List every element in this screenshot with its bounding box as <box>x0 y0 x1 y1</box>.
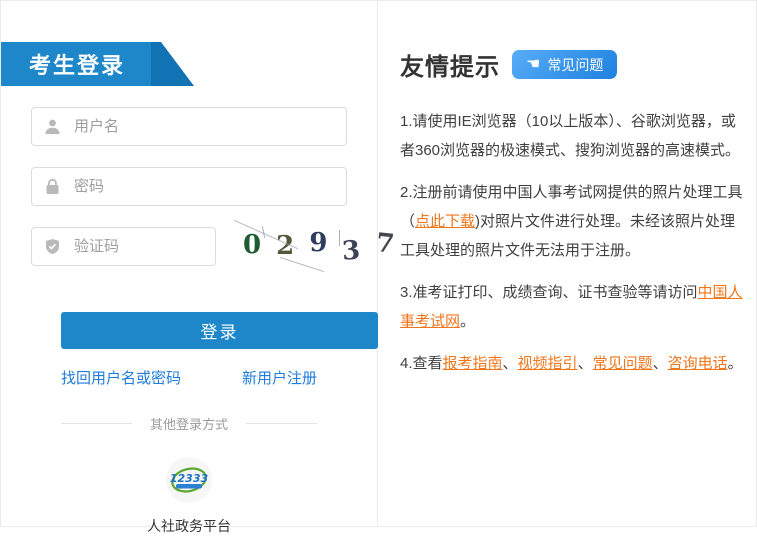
user-icon <box>44 118 61 135</box>
username-input[interactable] <box>72 117 334 136</box>
captcha-digit: 9 <box>309 228 330 258</box>
divider-line <box>246 423 317 424</box>
password-field-wrapper <box>31 167 347 206</box>
other-login-divider: 其他登录方式 <box>61 414 317 433</box>
tip-item-4: 4.查看报考指南、视频指引、常见问题、咨询电话。 <box>400 349 747 378</box>
captcha-input[interactable] <box>72 237 203 256</box>
captcha-field-wrapper <box>31 227 216 266</box>
pointing-hand-icon: ☚ <box>526 57 540 73</box>
captcha-digit: 3 <box>341 235 364 266</box>
tip-item-3: 3.准考证打印、成绩查询、证书查验等请访问中国人事考试网。 <box>400 278 747 336</box>
login-banner-title: 考生登录 <box>1 48 125 80</box>
login-page: 考生登录 <box>0 0 757 527</box>
captcha-noise-line <box>339 230 340 246</box>
tip-link[interactable]: 常见问题 <box>593 355 653 372</box>
tip-link[interactable]: 视频指引 <box>518 355 578 372</box>
platform-logo-circle: 12333 <box>166 457 212 503</box>
tip-link[interactable]: 咨询电话 <box>668 355 728 372</box>
other-login-label: 其他登录方式 <box>150 414 228 433</box>
svg-text:12333: 12333 <box>170 472 209 485</box>
login-links-row: 找回用户名或密码 新用户注册 <box>61 367 317 388</box>
login-banner: 考生登录 <box>1 42 194 86</box>
login-form: 0 2 9 3 7 登录 找回用户名或密码 新用户注册 <box>1 107 377 536</box>
captcha-image[interactable]: 0 2 9 3 7 <box>235 224 347 274</box>
new-user-register-link[interactable]: 新用户注册 <box>242 367 317 388</box>
tip-link[interactable]: 点此下载 <box>415 213 475 230</box>
shield-check-icon <box>44 238 61 255</box>
alt-login-platform[interactable]: 12333 人社政务平台 <box>31 457 347 536</box>
tip-item-2: 2.注册前请使用中国人事考试网提供的照片处理工具（点此下载)对照片文件进行处理。… <box>400 178 747 265</box>
tips-list: 1.请使用IE浏览器（10以上版本）、谷歌浏览器，或者360浏览器的极速模式、搜… <box>400 107 747 378</box>
captcha-digit: 7 <box>374 228 398 260</box>
tips-panel: 友情提示 ☚ 常见问题 1.请使用IE浏览器（10以上版本）、谷歌浏览器，或者3… <box>378 1 757 526</box>
lock-icon <box>44 178 61 195</box>
tip-item-1: 1.请使用IE浏览器（10以上版本）、谷歌浏览器，或者360浏览器的极速模式、搜… <box>400 107 747 165</box>
tip-link[interactable]: 报考指南 <box>443 355 503 372</box>
tips-header: 友情提示 ☚ 常见问题 <box>400 47 747 82</box>
platform-name: 人社政务平台 <box>147 516 231 536</box>
tips-title: 友情提示 <box>400 47 500 82</box>
faq-button[interactable]: ☚ 常见问题 <box>512 50 617 79</box>
username-field-wrapper <box>31 107 347 146</box>
forgot-credentials-link[interactable]: 找回用户名或密码 <box>61 367 181 388</box>
captcha-row: 0 2 9 3 7 <box>31 206 347 274</box>
login-panel: 考生登录 <box>1 1 378 526</box>
faq-button-label: 常见问题 <box>547 55 603 75</box>
login-button[interactable]: 登录 <box>61 312 378 349</box>
captcha-digit: 0 <box>243 230 264 260</box>
password-input[interactable] <box>72 177 334 196</box>
12333-logo-icon: 12333 <box>169 460 209 500</box>
divider-line <box>61 423 132 424</box>
